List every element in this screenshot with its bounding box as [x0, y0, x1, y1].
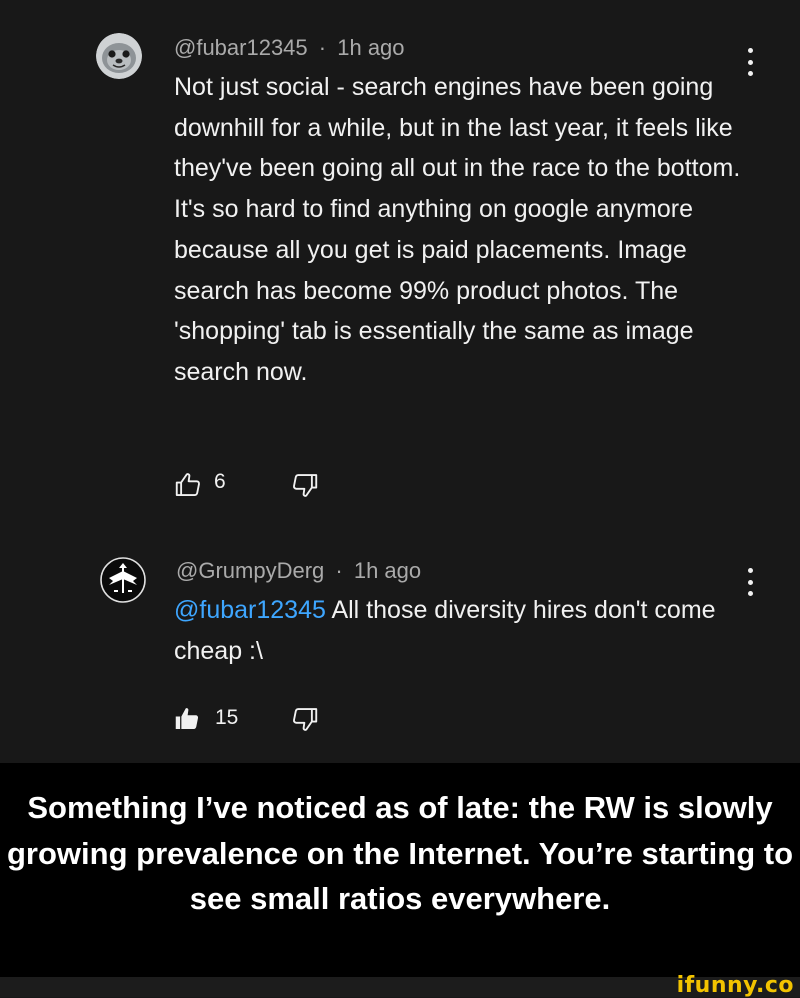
like-count: 6: [214, 470, 226, 493]
seal-avatar-icon[interactable]: [96, 33, 142, 79]
comment-meta: @fubar12345 · 1h ago: [174, 35, 405, 61]
comment-username[interactable]: @fubar12345: [174, 35, 308, 60]
watermark-bar: ifunny.co: [0, 973, 800, 998]
ifunny-watermark: ifunny.co: [676, 973, 794, 998]
comment-time: 1h ago: [353, 558, 422, 583]
comment-text: @fubar12345 All those diversity hires do…: [174, 590, 734, 671]
comment-text: Not just social - search engines have be…: [174, 73, 741, 386]
dragon-emblem-avatar-icon[interactable]: [100, 557, 146, 603]
comment-meta: @GrumpyDerg · 1h ago: [176, 558, 421, 584]
like-icon[interactable]: [173, 470, 203, 500]
comment-time: 1h ago: [337, 35, 405, 60]
meme-caption: Something I’ve noticed as of late: the R…: [6, 790, 794, 916]
mention-link[interactable]: @fubar12345: [174, 596, 326, 624]
comments-section: @fubar12345 · 1h ago Not just social - s…: [0, 0, 800, 763]
meta-separator: ·: [318, 35, 327, 60]
meme-caption-area: Something I’ve noticed as of late: the R…: [0, 763, 800, 977]
meta-separator: ·: [335, 558, 343, 583]
comment-username[interactable]: @GrumpyDerg: [176, 558, 324, 583]
dislike-icon[interactable]: [290, 704, 320, 734]
like-count: 15: [215, 706, 239, 729]
like-filled-icon[interactable]: [172, 704, 202, 734]
dislike-icon[interactable]: [290, 470, 320, 500]
more-options-icon[interactable]: [746, 568, 754, 596]
